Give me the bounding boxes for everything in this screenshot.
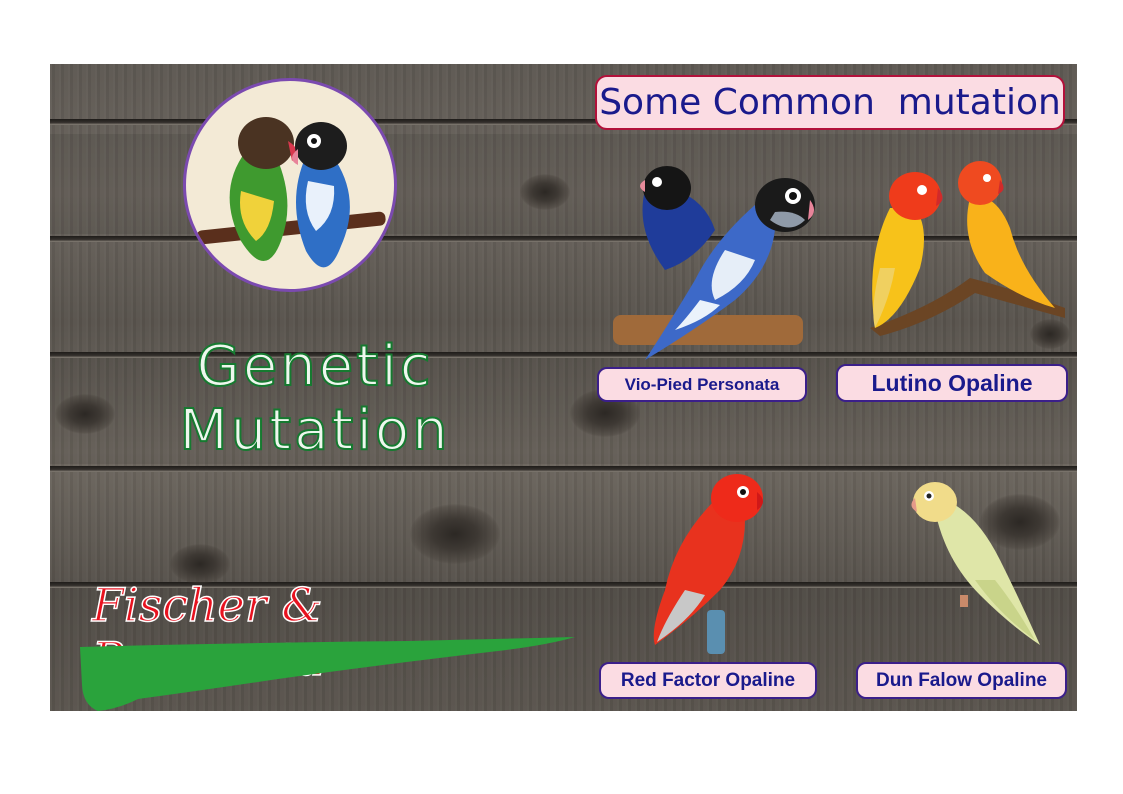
plank-seam (50, 466, 1077, 472)
green-brush-stroke (80, 637, 575, 711)
heading-line-mutation: Mutation (178, 398, 451, 464)
red-factor-opaline-photo (653, 474, 763, 654)
heading-line-genetic: Genetic (195, 334, 434, 400)
page-title: Some Common mutation (595, 75, 1065, 130)
wood-knot (410, 504, 500, 564)
dun-falow-opaline-photo (911, 482, 1040, 645)
heading-genetic-mutation: Genetic Mutation (150, 334, 480, 464)
wood-knot (520, 174, 570, 210)
label-lutino-opaline: Lutino Opaline (836, 364, 1068, 402)
wood-knot (55, 394, 115, 434)
label-dun-falow-opaline: Dun Falow Opaline (856, 662, 1067, 699)
lovebird-logo (183, 78, 397, 292)
vio-pied-personata-photo (613, 166, 815, 360)
label-vio-pied-personata: Vio-Pied Personata (597, 367, 807, 402)
lovebird-pair-icon (196, 117, 386, 268)
label-red-factor-opaline: Red Factor Opaline (599, 662, 817, 699)
lutino-opaline-photo (870, 161, 1065, 336)
